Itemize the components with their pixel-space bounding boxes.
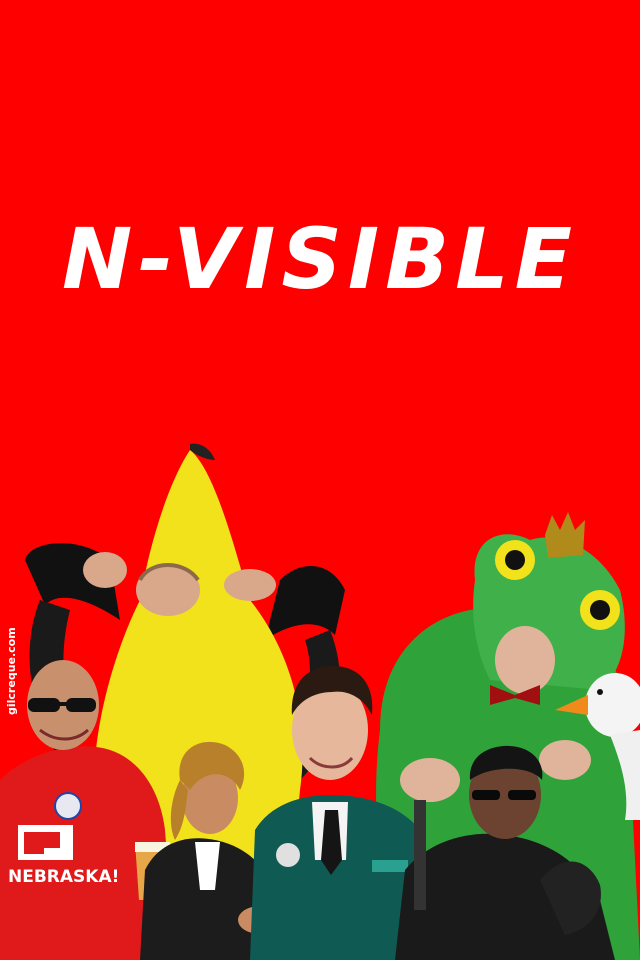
title-logo-svg: N-VISIBLE (62, 210, 578, 308)
title-text: N-VISIBLE (62, 210, 578, 308)
title-logo: N-VISIBLE (0, 200, 640, 310)
photo-collage: NEBRASKA! (0, 430, 640, 960)
poster: N-VISIBLE gilcreque.com NEBRASKA! (0, 0, 640, 960)
collage-svg: NEBRASKA! (0, 443, 640, 960)
shirt-text: NEBRASKA! (8, 867, 119, 887)
